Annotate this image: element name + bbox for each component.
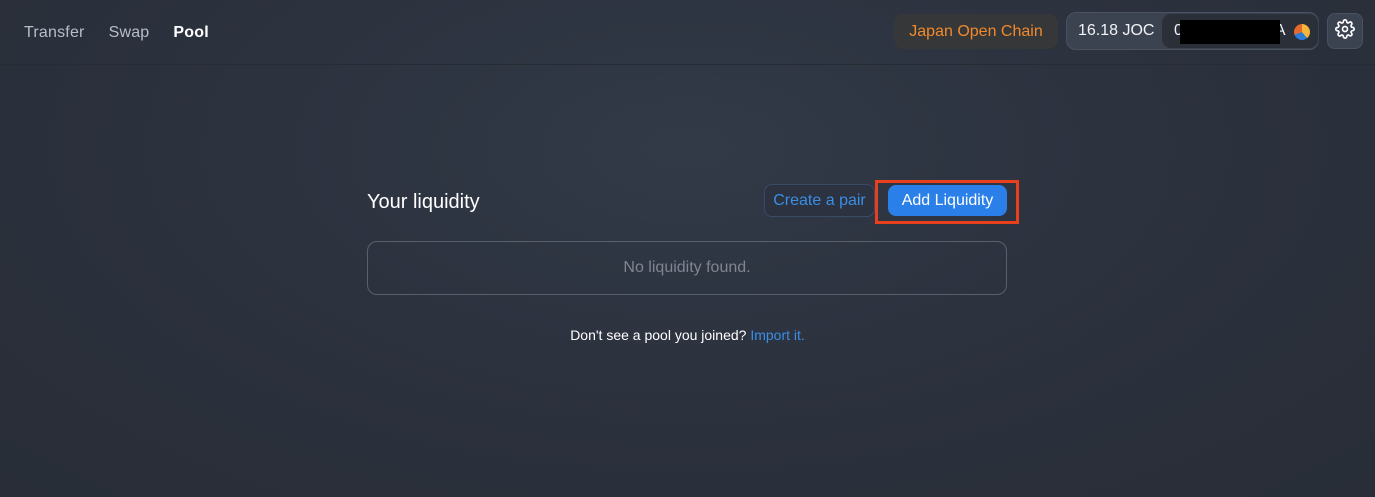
redaction-box [1180,20,1280,44]
import-prompt: Don't see a pool you joined? Import it. [0,327,1375,343]
import-prompt-text: Don't see a pool you joined? [570,327,747,343]
nav-transfer[interactable]: Transfer [24,24,85,42]
balance-label: 16.18 JOC [1078,22,1155,39]
main-nav: Transfer Swap Pool [24,0,233,65]
network-label: Japan Open Chain [909,22,1043,40]
top-bar: Transfer Swap Pool Japan Open Chain 16.1… [0,0,1375,65]
add-liquidity-button[interactable]: Add Liquidity [888,185,1007,216]
nav-pool[interactable]: Pool [173,24,208,42]
page-title: Your liquidity [367,191,480,213]
network-selector[interactable]: Japan Open Chain [894,14,1058,49]
create-pair-label: Create a pair [773,191,866,209]
import-link[interactable]: Import it. [750,327,804,343]
avatar-icon [1294,24,1310,40]
account-group: 16.18 JOC 0A [1066,12,1319,50]
create-pair-button[interactable]: Create a pair [764,184,875,217]
settings-button[interactable] [1327,13,1363,49]
gear-icon [1335,18,1355,44]
nav-swap[interactable]: Swap [109,24,150,42]
account-button[interactable]: 0A [1161,13,1319,49]
empty-message: No liquidity found. [623,259,751,276]
liquidity-list: No liquidity found. [367,241,1007,295]
add-liquidity-label: Add Liquidity [901,191,994,209]
